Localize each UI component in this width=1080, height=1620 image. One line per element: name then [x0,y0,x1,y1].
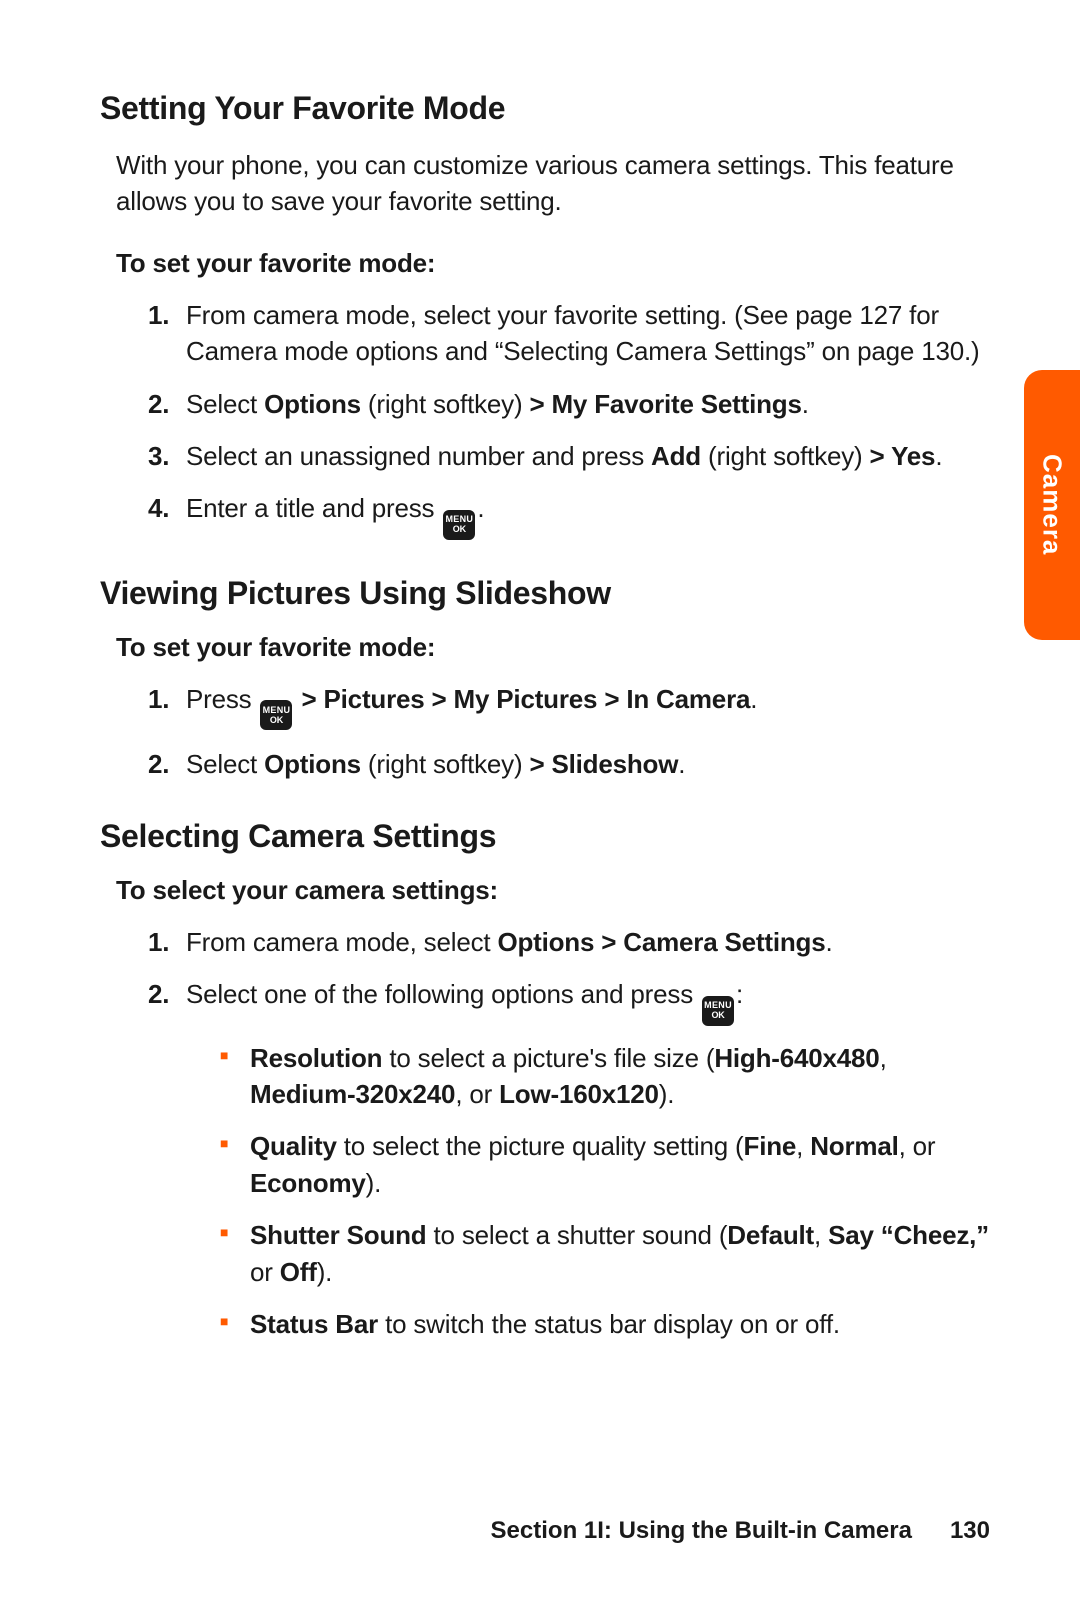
page-footer: Section 1I: Using the Built-in Camera 130 [491,1517,990,1545]
menu-ok-key-icon: MENUOK [443,510,475,540]
list-item: 2.Select Options (right softkey) > Slide… [148,746,990,782]
side-tab-label: Camera [1037,454,1068,555]
subheading-camera-settings: To select your camera settings: [116,875,990,906]
heading-camera-settings: Selecting Camera Settings [100,818,990,855]
subheading-slideshow: To set your favorite mode: [116,632,990,663]
list-item: 4.Enter a title and press MENUOK. [148,490,990,540]
list-item: Shutter Sound to select a shutter sound … [220,1217,990,1290]
options-list: Resolution to select a picture's file si… [220,1040,990,1343]
heading-favorite-mode: Setting Your Favorite Mode [100,90,990,127]
subheading-set-favorite: To set your favorite mode: [116,248,990,279]
steps-favorite-mode: 1.From camera mode, select your favorite… [148,297,990,540]
page-content: Setting Your Favorite Mode With your pho… [0,0,1080,1412]
intro-paragraph: With your phone, you can customize vario… [116,147,990,220]
menu-ok-key-icon: MENUOK [702,996,734,1026]
list-item: 1.From camera mode, select your favorite… [148,297,990,370]
list-item: 1.Press MENUOK > Pictures > My Pictures … [148,681,990,731]
list-item: Quality to select the picture quality se… [220,1128,990,1201]
list-item: 3.Select an unassigned number and press … [148,438,990,474]
list-item: 2.Select Options (right softkey) > My Fa… [148,386,990,422]
list-item: Resolution to select a picture's file si… [220,1040,990,1113]
footer-page-number: 130 [950,1517,990,1544]
side-tab-camera: Camera [1024,370,1080,640]
menu-ok-key-icon: MENUOK [260,700,292,730]
list-item: 2.Select one of the following options an… [148,976,990,1342]
heading-slideshow: Viewing Pictures Using Slideshow [100,575,990,612]
steps-slideshow: 1.Press MENUOK > Pictures > My Pictures … [148,681,990,783]
steps-camera-settings: 1.From camera mode, select Options > Cam… [148,924,990,1343]
list-item: 1.From camera mode, select Options > Cam… [148,924,990,960]
footer-section: Section 1I: Using the Built-in Camera [491,1517,912,1544]
list-item: Status Bar to switch the status bar disp… [220,1306,990,1342]
